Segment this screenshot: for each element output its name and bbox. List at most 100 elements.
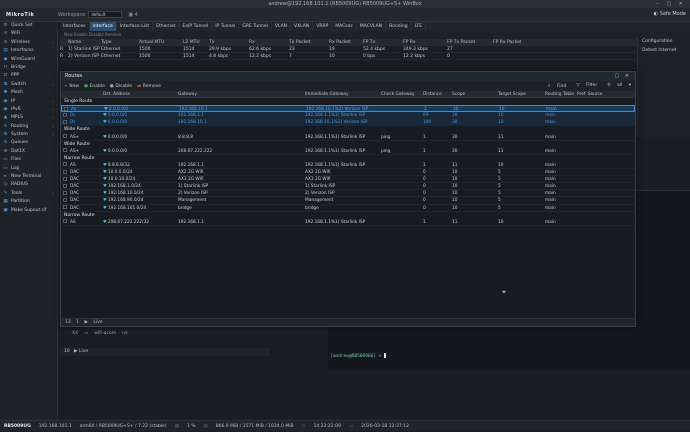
tab-macsec[interactable]: MACsec xyxy=(332,22,357,31)
tab-vrrp[interactable]: VRRP xyxy=(313,22,333,31)
column-header[interactable]: L2 MTU xyxy=(183,39,209,46)
column-header[interactable]: Rx xyxy=(249,39,289,46)
column-header[interactable]: Pref. Source xyxy=(575,91,630,97)
route-row[interactable]: DAC ♥192.168.101.0/24 bridge bridge 0 10 5 main xyxy=(61,205,635,212)
tab-lte[interactable]: LTE xyxy=(412,22,427,31)
column-header[interactable]: Gateway xyxy=(176,91,303,97)
sidebar-item-files[interactable]: ▭ Files xyxy=(0,156,57,164)
sidebar-item-log[interactable]: ▭ Log xyxy=(0,165,57,173)
folder-icon[interactable]: ▣ xyxy=(128,12,133,18)
sidebar-item-wireless[interactable]: ≋ Wireless › xyxy=(0,39,57,47)
tab-ethernet[interactable]: Ethernet xyxy=(153,22,180,31)
column-header[interactable]: Actual MTU xyxy=(139,39,183,46)
route-row[interactable]: Ds ♥0.0.0.0/0 192.168.1.1 192.168.1.1%1) St… xyxy=(61,112,635,120)
row-checkbox[interactable] xyxy=(61,197,68,203)
tab-bonding[interactable]: Bonding xyxy=(386,22,412,31)
column-header[interactable]: Scope xyxy=(450,91,496,97)
sidebar-item-quick-set[interactable]: ⚙ Quick Set xyxy=(0,22,57,30)
sidebar-item-ppp[interactable]: ⇄ PPP xyxy=(0,72,57,80)
row-checkbox[interactable] xyxy=(61,134,68,140)
row-checkbox[interactable] xyxy=(61,219,68,225)
sidebar-item-mpls[interactable]: ▲ MPLS › xyxy=(0,114,57,122)
column-header[interactable]: Dst. Address xyxy=(101,91,176,97)
sidebar-item-new-terminal[interactable]: ▸ New Terminal xyxy=(0,173,57,181)
disable-button[interactable]: ● Disable xyxy=(110,84,132,89)
tab-vxlan[interactable]: VXLAN xyxy=(291,22,314,31)
routes-titlebar[interactable]: Routes ▢ ✕ xyxy=(61,72,635,81)
packages-live[interactable]: Live xyxy=(79,349,88,354)
column-header[interactable]: Type xyxy=(101,39,139,46)
route-row[interactable]: Ds ♥0.0.0.0/0 192.168.10.1 192.168.10.1%2) … xyxy=(61,119,635,127)
sidebar-item-ipv6[interactable]: ◉ IPv6 › xyxy=(0,106,57,114)
workspace-select[interactable]: default xyxy=(88,11,123,18)
enable-button[interactable]: ● Enable xyxy=(84,84,105,89)
row-checkbox[interactable] xyxy=(61,148,68,154)
row-checkbox[interactable] xyxy=(61,190,68,196)
row-checkbox[interactable] xyxy=(61,169,68,175)
column-header[interactable]: Tx xyxy=(209,39,249,46)
filter-button[interactable]: ▽ Filter xyxy=(571,83,597,89)
sidebar-item-queues[interactable]: ≡ Queues xyxy=(0,139,57,147)
column-header[interactable] xyxy=(68,91,91,97)
column-header[interactable] xyxy=(91,91,101,97)
column-header[interactable]: Name xyxy=(68,39,101,46)
column-header[interactable]: Target Scope xyxy=(496,91,543,97)
row-checkbox[interactable] xyxy=(61,162,68,168)
tab-interfaces[interactable]: Interfaces xyxy=(60,22,90,31)
filter-select[interactable]: ⚲ all ▾ xyxy=(602,83,631,89)
column-header[interactable]: Rx Packet xyxy=(329,39,363,46)
route-row[interactable]: DAC ♥192.168.10.0/24 2) Verizon ISP 2) Veri… xyxy=(61,190,635,198)
tab-eoip-tunnel[interactable]: EoIP Tunnel xyxy=(180,22,213,31)
route-row[interactable]: DAC ♥10.0.0.0/24 AX2 2G Wifi AX2 2G Wifi 0 10… xyxy=(61,169,635,177)
sidebar-item-radius[interactable]: ◎ RADIUS xyxy=(0,181,57,189)
find-button[interactable]: ⌕ Find xyxy=(543,83,566,89)
tab-macvlan[interactable]: MACVLAN xyxy=(357,22,387,31)
column-header[interactable]: Distance xyxy=(421,91,450,97)
route-row[interactable]: AS ♥8.8.8.8/32 192.168.1.1 192.168.1.1%1) S… xyxy=(61,162,635,170)
sidebar-item-partition[interactable]: ▦ Partition xyxy=(0,198,57,206)
sidebar-item-bridge[interactable]: ⊓ Bridge xyxy=(0,64,57,72)
sidebar-item-switch[interactable]: ⊞ Switch › xyxy=(0,81,57,89)
route-row[interactable]: DAC ♥192.168.1.0/24 1) Starlink ISP 1) Star… xyxy=(61,183,635,191)
sidebar-item-mesh[interactable]: ✱ Mesh xyxy=(0,89,57,97)
sidebar-item-ip[interactable]: ◉ IP › xyxy=(0,98,57,106)
tab-ip-tunnel[interactable]: IP Tunnel xyxy=(212,22,240,31)
column-header[interactable] xyxy=(60,39,68,46)
route-row[interactable]: As ♥0.0.0.0/0 192.168.10.1 192.168.10.1%2) … xyxy=(61,105,635,113)
column-header[interactable]: Routing Table xyxy=(543,91,575,97)
select-all-checkbox[interactable] xyxy=(61,91,68,97)
row-checkbox[interactable] xyxy=(61,205,68,211)
tab-vlan[interactable]: VLAN xyxy=(272,22,292,31)
window-controls[interactable]: – ▢ ✕ xyxy=(656,0,686,8)
sidebar-item-system[interactable]: ⚙ System › xyxy=(0,131,57,139)
tab-gre-tunnel[interactable]: GRE Tunnel xyxy=(239,22,272,31)
sidebar-item-wifi[interactable]: ≋ WiFi xyxy=(0,30,57,38)
route-row[interactable]: AS+ ♥0.0.0.0/0 8.8.8.8 192.168.1.1%1) Starl… xyxy=(61,134,635,141)
detect-internet-item[interactable]: Detect Internet xyxy=(638,46,690,55)
tab-interface-list[interactable]: Interface List xyxy=(117,22,154,31)
configuration-title[interactable]: Configuration xyxy=(638,37,690,46)
safe-mode-toggle[interactable]: ◐ Safe Mode xyxy=(654,11,686,17)
workspace-icons[interactable]: ▣ 4 xyxy=(128,12,138,18)
route-row[interactable]: AS+ ♥0.0.0.0/0 208.67.222.222 192.168.1.1%1… xyxy=(61,148,635,155)
row-checkbox[interactable] xyxy=(61,119,68,125)
sidebar-item-tools[interactable]: ✎ Tools › xyxy=(0,190,57,198)
tab-interface[interactable]: Interface xyxy=(89,22,117,31)
column-header[interactable]: Tx Packet xyxy=(289,39,329,46)
column-header[interactable]: FP Tx xyxy=(363,39,403,46)
remove-button[interactable]: ▬ Remove xyxy=(137,84,161,89)
column-header[interactable]: FP Rx xyxy=(403,39,447,46)
route-row[interactable]: AS ♥208.67.222.222/32 192.168.1.1 192.168.1… xyxy=(61,219,635,226)
table-row[interactable]: R 1) Starlink ISP Ethernet 1500 1514 29.9 kbp… xyxy=(60,46,690,53)
sidebar-item-dot1x[interactable]: ⊕ Dot1X xyxy=(0,148,57,156)
routes-window-controls[interactable]: ▢ ✕ xyxy=(614,72,631,81)
column-header[interactable]: FP Tx Packet xyxy=(447,39,493,46)
sidebar-item-make-supout-rif[interactable]: ▣ Make Supout.rif xyxy=(0,207,57,215)
table-row[interactable]: R 2) Verizon ISP Ethernet 1500 1514 4.8 kbps 1… xyxy=(60,53,690,60)
row-checkbox[interactable] xyxy=(61,112,68,118)
column-header[interactable]: Check Gateway xyxy=(379,91,421,97)
row-checkbox[interactable] xyxy=(61,183,68,189)
sidebar-item-wireguard[interactable]: ◆ WireGuard xyxy=(0,56,57,64)
row-checkbox[interactable] xyxy=(62,106,69,111)
sidebar-item-routing[interactable]: ↯ Routing › xyxy=(0,123,57,131)
